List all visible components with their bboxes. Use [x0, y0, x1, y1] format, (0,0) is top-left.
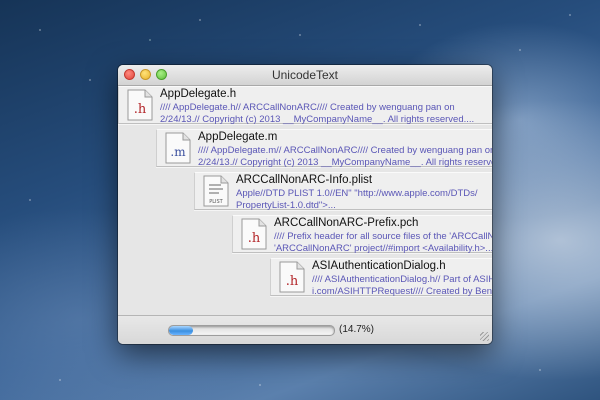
file-snippet: //// Prefix header for all source files …	[274, 231, 492, 254]
progress-bar	[168, 325, 335, 336]
progress-fill	[169, 326, 194, 335]
file-snippet: //// AppDelegate.m// ARCCallNonARC//// C…	[198, 145, 492, 168]
file-row[interactable]: PLIST ARCCallNonARC-Info.plist Apple//DT…	[194, 172, 492, 211]
h-file-icon: .h	[241, 218, 267, 250]
plist-file-icon: PLIST	[203, 175, 229, 207]
file-badge: PLIST	[209, 199, 223, 205]
unicodetext-window: UnicodeText .h AppDelegate.h //// AppDel…	[118, 65, 492, 344]
file-badge: .h	[286, 274, 299, 289]
file-name: AppDelegate.m	[198, 131, 278, 143]
title-bar[interactable]: UnicodeText	[118, 65, 492, 86]
h-file-icon: .h	[127, 89, 153, 121]
file-row[interactable]: .h ARCCallNonARC-Prefix.pch //// Prefix …	[232, 215, 492, 254]
file-name: ARCCallNonARC-Info.plist	[236, 174, 373, 186]
file-name: ARCCallNonARC-Prefix.pch	[274, 217, 419, 229]
window-title: UnicodeText	[271, 68, 339, 82]
file-snippet: //// AppDelegate.h// ARCCallNonARC//// C…	[160, 102, 475, 125]
file-row[interactable]: .h AppDelegate.h //// AppDelegate.h// AR…	[118, 86, 492, 125]
file-badge: .h	[134, 102, 147, 117]
file-name: ASIAuthenticationDialog.h	[312, 260, 446, 272]
status-bar: (14.7%)	[118, 315, 492, 344]
file-snippet: Apple//DTD PLIST 1.0//EN" "http://www.ap…	[236, 188, 478, 211]
file-badge: .h	[248, 231, 261, 246]
file-row[interactable]: .h ASIAuthenticationDialog.h //// ASIAut…	[270, 258, 492, 297]
file-row[interactable]: .m AppDelegate.m //// AppDelegate.m// AR…	[156, 129, 492, 168]
file-name: AppDelegate.h	[160, 88, 237, 100]
h-file-icon: .h	[279, 261, 305, 293]
resize-grip-icon[interactable]	[480, 332, 489, 341]
m-file-icon: .m	[165, 132, 191, 164]
file-badge: .m	[170, 145, 186, 159]
file-snippet: //// ASIAuthenticationDialog.h// Part of…	[312, 274, 492, 297]
file-list[interactable]: .h AppDelegate.h //// AppDelegate.h// AR…	[118, 86, 492, 315]
progress-percentage: (14.7%)	[339, 324, 375, 335]
